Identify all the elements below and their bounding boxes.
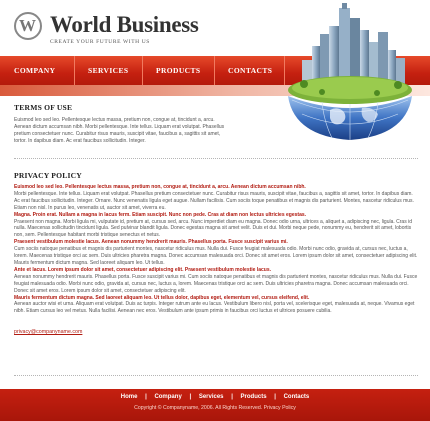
nav-separator [214,56,215,85]
page: World Business CREATE YOUR FUTURE WITH U… [0,0,430,421]
nav-item-contacts[interactable]: CONTACTS [228,56,272,85]
terms-line: Euismod leo sed leo. Pellentesque lectus… [14,117,215,123]
privacy-paragraph-lead: Praesent vestibulum molestie lacus. Aene… [14,239,288,246]
footer-link-contacts[interactable]: Contacts [284,394,310,400]
terms-line: tortor. In dapibus diam. Ac erat faucibu… [14,137,146,144]
brand-title: World Business [50,12,199,37]
privacy-section: PRIVACY POLICY Euismod leo sed leo. Pell… [14,171,418,338]
nav-item-company[interactable]: COMPANY [14,56,55,85]
footer-separator: | [231,394,233,400]
section-divider [14,375,418,376]
privacy-paragraph: Aenean auctor wisi et urna. Aliquam erat… [14,301,415,315]
logo[interactable]: World Business CREATE YOUR FUTURE WITH U… [14,10,244,50]
terms-line: Aenean dictum accumsan nibh. Morbi pelle… [14,123,225,130]
footer-link-home[interactable]: Home [121,394,138,400]
nav-separator [142,56,143,85]
footer-separator: | [274,394,276,400]
main-content: TERMS OF USE Euismod leo sed leo. Pellen… [14,103,418,145]
footer: Home | Company | Services | Products | C… [0,389,430,421]
privacy-paragraph-lead: Ante et lacus. Lorem ipsum dolor sit ame… [14,266,272,273]
logo-icon [14,12,42,40]
footer-copyright: Copyright © Companyname, 2006. All Right… [134,405,296,411]
footer-separator: | [189,394,192,400]
brand-slogan: CREATE YOUR FUTURE WITH US [50,39,150,45]
terms-line: pretium consectetuer nunc. Curabitur ris… [14,130,221,137]
privacy-email-link[interactable]: privacy@companyname.com [14,329,82,335]
privacy-paragraph-lead: Magna. Proin erat. Nullam a magna in lac… [14,211,307,218]
privacy-paragraph-lead: Euismod leo sed leo. Pellentesque lectus… [14,184,306,190]
nav-item-services[interactable]: SERVICES [88,56,128,85]
footer-link-services[interactable]: Services [199,394,224,400]
privacy-heading: PRIVACY POLICY [14,171,82,180]
privacy-paragraph: Praesent non magna. Morbi ligula mi, vul… [14,218,412,239]
privacy-paragraph: Morbi pellentesque. Inte tellus. Liquam … [14,190,414,211]
privacy-paragraph: Aenean nonummy hendrerit mauris. Phasell… [14,273,418,294]
nav-item-products[interactable]: PRODUCTS [156,56,200,85]
terms-heading: TERMS OF USE [14,103,73,112]
footer-link-company[interactable]: Company [154,394,181,400]
footer-separator: | [145,394,147,400]
footer-link-products[interactable]: Products [241,394,267,400]
nav-separator [74,56,75,85]
privacy-paragraph: Cum sociis natoque penatibus et magnis d… [14,246,418,266]
footer-nav: Home | Company | Services | Products | C… [0,394,430,400]
section-divider [14,158,418,159]
privacy-paragraph-lead: Mauris fermentum dictum magna. Sed laore… [14,294,310,301]
